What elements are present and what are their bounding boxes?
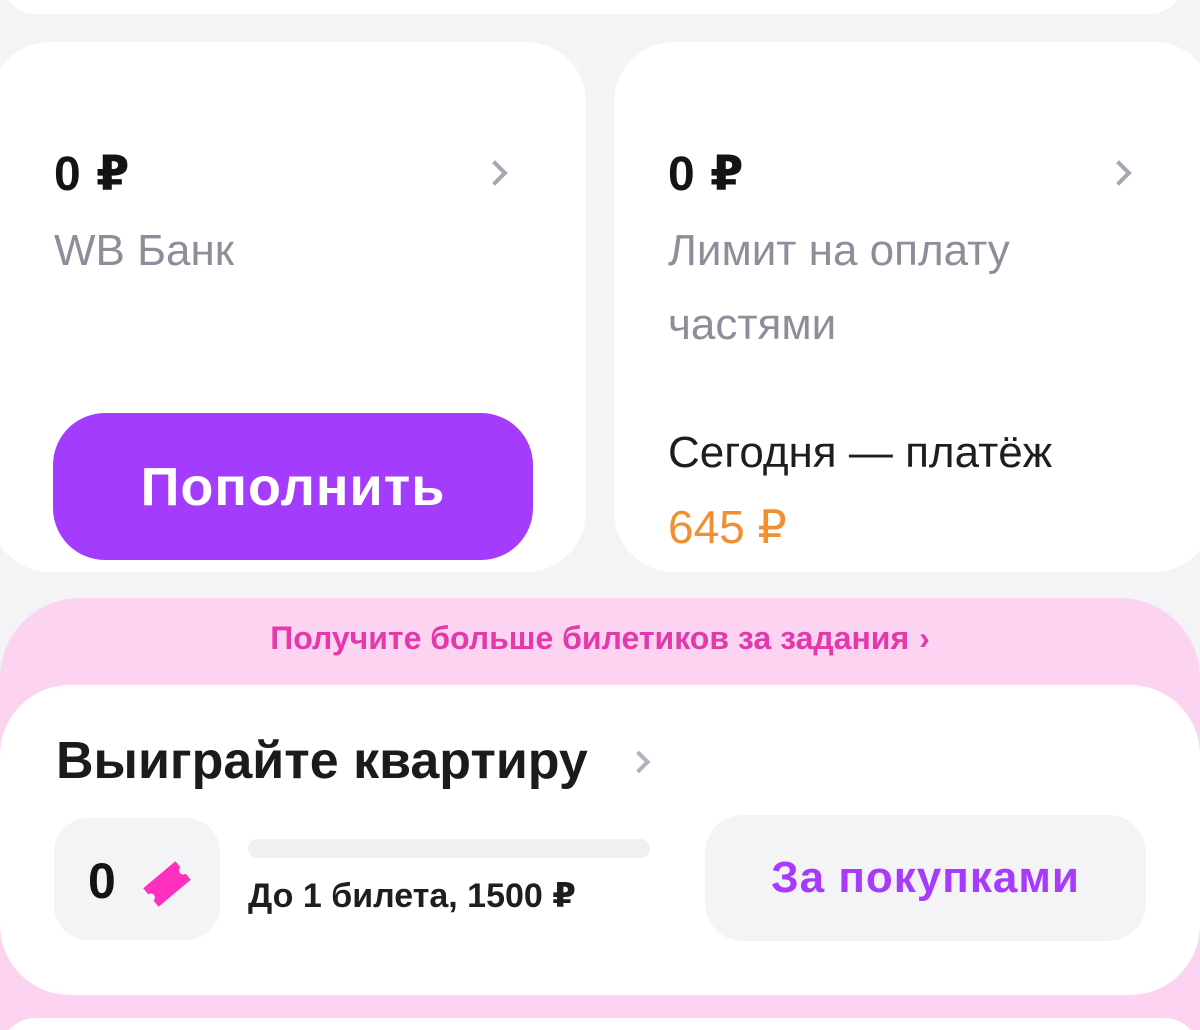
payment-due-label: Сегодня — платёж — [668, 428, 1053, 477]
go-shopping-button[interactable]: За покупками — [705, 815, 1146, 941]
previous-card-edge — [0, 0, 1185, 14]
tasks-promo-link[interactable]: Получите больше билетиков за задания › — [0, 620, 1200, 657]
ticket-count: 0 — [88, 853, 116, 909]
top-up-button[interactable]: Пополнить — [53, 413, 533, 560]
installment-limit-amount: 0 ₽ — [668, 148, 745, 201]
wb-bank-card[interactable]: 0 ₽ WB Банк Пополнить — [0, 42, 586, 572]
ticket-icon — [143, 861, 191, 907]
tasks-promo-text: Получите больше билетиков за задания — [270, 620, 910, 656]
bank-balance: 0 ₽ — [54, 148, 131, 201]
chevron-right-icon: › — [919, 620, 930, 656]
lottery-title[interactable]: Выиграйте квартиру — [56, 731, 588, 791]
ticket-progress-text: До 1 билета, 1500 ₽ — [248, 877, 576, 915]
ticket-progress-bar — [248, 839, 650, 858]
chevron-right-icon[interactable] — [1106, 160, 1132, 186]
wallet-screen: 0 ₽ WB Банк Пополнить 0 ₽ Лимит на оплат… — [0, 0, 1200, 1030]
installment-limit-card[interactable]: 0 ₽ Лимит на оплату частями Сегодня — пл… — [614, 42, 1200, 572]
payment-due-amount: 645 ₽ — [668, 501, 787, 553]
installment-limit-label: Лимит на оплату частями — [668, 226, 1010, 349]
bank-name: WB Банк — [54, 226, 234, 275]
next-card-edge — [0, 1018, 1200, 1030]
chevron-right-icon[interactable] — [482, 160, 508, 186]
